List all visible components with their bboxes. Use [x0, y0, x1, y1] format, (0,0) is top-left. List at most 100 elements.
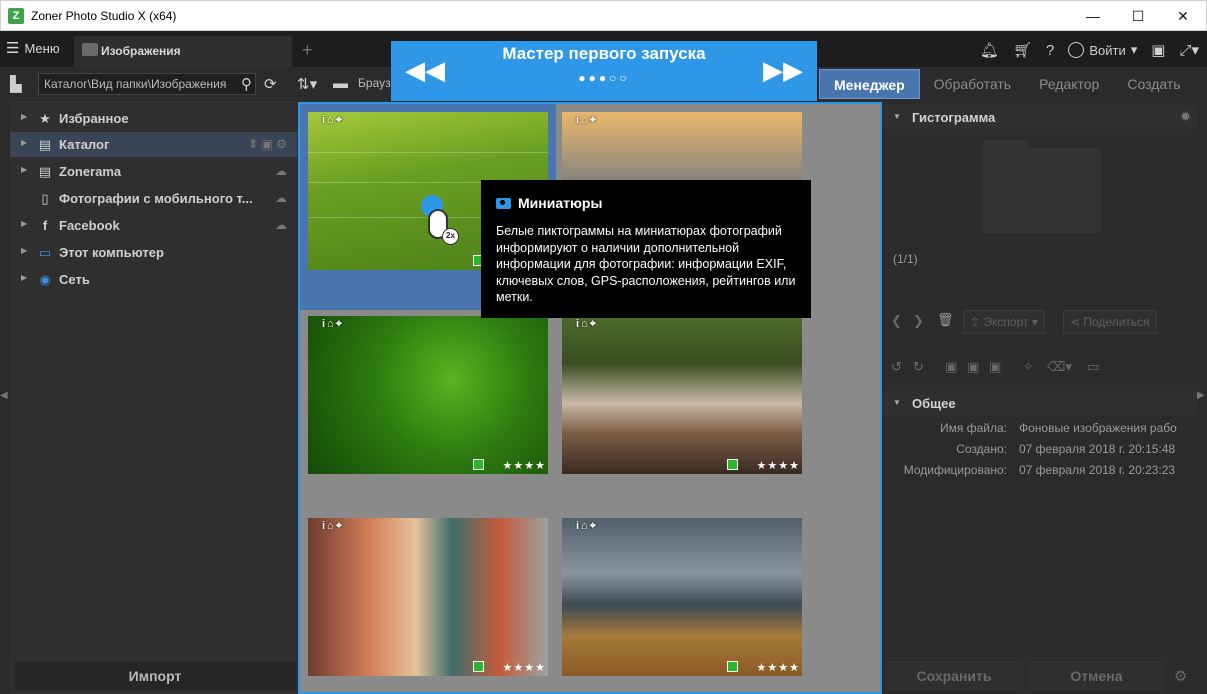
prop-key: Имя файла:	[940, 421, 1007, 435]
empty-folder-icon	[983, 140, 1101, 233]
wizard-progress-dots: ●●●○○	[578, 71, 630, 85]
title-bar: Z Zoner Photo Studio X (x64) — ☐ ✕	[0, 0, 1207, 31]
sort-icon[interactable]: ⇅▾	[297, 75, 317, 93]
thumbnail[interactable]: i⌂⌖ ★★★★	[562, 316, 802, 474]
path-input[interactable]: Каталог\Вид папки\Изображения	[38, 73, 256, 95]
tab-create[interactable]: Создать	[1113, 69, 1194, 99]
tab-develop[interactable]: Обработать	[920, 69, 1025, 99]
wizard-next-icon[interactable]: ▶▶	[763, 55, 803, 86]
prev-arrow-icon[interactable]: ❮	[891, 313, 902, 329]
fullscreen-icon[interactable]: ⤢▾	[1179, 41, 1199, 59]
maximize-button[interactable]: ☐	[1115, 1, 1161, 31]
rotate-left-icon[interactable]: ↺	[891, 359, 902, 375]
hamburger-icon: ☰	[6, 40, 20, 57]
screen-icon[interactable]: ▭	[1087, 359, 1099, 375]
search-icon[interactable]: ⚲	[241, 75, 252, 93]
facebook-icon: f	[42, 218, 48, 233]
menu-button[interactable]: ☰ Меню	[6, 39, 60, 57]
refresh-icon[interactable]: ⟳	[264, 75, 277, 93]
eraser-icon[interactable]: ⌫▾	[1047, 359, 1072, 375]
wizard-title: Мастер первого запуска	[502, 44, 706, 63]
thumbnail[interactable]: i⌂⌖ ★★★★	[308, 518, 548, 676]
tooltip-header: Миниатюры	[496, 195, 796, 211]
catalog-icon: ▤	[38, 137, 52, 152]
thumbnail[interactable]: i⌂⌖ ★★★★	[308, 316, 548, 474]
sidebar-item-label: Каталог	[59, 137, 110, 152]
minimize-button[interactable]: —	[1070, 1, 1116, 31]
navigator-sidebar: ▶ ★ Избранное ▶ ▤ Каталог ⇕ ▣ ⚙ ▶ ▤ Zone…	[10, 101, 297, 694]
login-button[interactable]: Войти ▾	[1068, 42, 1137, 58]
color-label-icon	[473, 459, 484, 470]
tooltip-title: Миниатюры	[518, 195, 603, 211]
cancel-button[interactable]: Отмена	[1029, 661, 1164, 691]
phone-icon: ▯	[41, 191, 49, 206]
tab-images[interactable]: Изображения	[74, 36, 292, 67]
sidebar-item-mobile-photos[interactable]: ▯ Фотографии с мобильного т... ☁	[10, 186, 297, 211]
folder-up-icon[interactable]: ▙	[10, 75, 22, 93]
sidebar-item-zonerama[interactable]: ▶ ▤ Zonerama ☁	[10, 159, 297, 184]
rating-stars[interactable]: ★★★★	[503, 459, 546, 472]
import-button[interactable]: Импорт	[14, 662, 296, 690]
folder-icon	[82, 43, 98, 56]
color-label-icon	[473, 661, 484, 672]
thumbnail[interactable]: i⌂⌖ ★★★★	[562, 518, 802, 676]
bell-icon[interactable]: 🔔︎	[980, 41, 999, 59]
tab-editor[interactable]: Редактор	[1025, 69, 1113, 99]
sidebar-item-this-computer[interactable]: ▶ ▭ Этот компьютер	[10, 240, 297, 265]
trash-icon[interactable]: 🗑︎	[937, 312, 954, 328]
selection-count: (1/1)	[893, 252, 918, 266]
rating-stars[interactable]: ★★★★	[757, 661, 800, 674]
duplicate-icon[interactable]: ▣	[967, 359, 979, 375]
rating-stars[interactable]: ★★★★	[757, 459, 800, 472]
next-arrow-icon[interactable]: ❯	[913, 313, 924, 329]
copy-icon[interactable]: ▣	[945, 359, 957, 375]
color-label-icon	[727, 661, 738, 672]
prop-value: 07 февраля 2018 г. 20:15:48	[1019, 442, 1176, 456]
cart-icon[interactable]: 🛒︎	[1013, 41, 1032, 59]
prop-value: Фоновые изображения рабо	[1019, 421, 1177, 435]
stack-icon[interactable]: ▣	[989, 359, 1001, 375]
tab-manager[interactable]: Менеджер	[819, 69, 920, 99]
monitor-icon[interactable]: ▣	[1151, 41, 1165, 59]
thumbnail-info-icons: i⌂⌖	[576, 114, 598, 126]
app-logo-icon: Z	[8, 8, 24, 24]
share-button[interactable]: ⋖ Поделиться	[1063, 310, 1157, 334]
top-right-toolbar: 🔔︎ 🛒︎ ? Войти ▾ ▣ ⤢▾	[980, 40, 1199, 60]
sidebar-item-facebook[interactable]: ▶ f Facebook ☁	[10, 213, 297, 238]
sidebar-item-favorites[interactable]: ▶ ★ Избранное	[10, 106, 297, 131]
thumbnail-info-icons: i⌂⌖	[322, 520, 344, 532]
right-panel: ▼ Гистограмма ✹ (1/1) ❮ ❯ 🗑︎ ⇪ Экспорт ▾…	[883, 101, 1197, 694]
rotate-right-icon[interactable]: ↻	[913, 359, 924, 375]
cloud-icon: ☁	[275, 218, 287, 232]
expand-icon[interactable]: ▶	[21, 219, 27, 228]
catalog-actions-icon[interactable]: ⇕ ▣ ⚙	[248, 137, 287, 151]
export-button[interactable]: ⇪ Экспорт ▾	[963, 310, 1045, 334]
expand-icon[interactable]: ▶	[21, 246, 27, 255]
expand-icon[interactable]: ▶	[21, 273, 27, 282]
add-tab-button[interactable]: +	[302, 40, 313, 61]
help-icon[interactable]: ?	[1046, 42, 1054, 59]
collapse-left-panel-icon[interactable]: ◀	[0, 390, 8, 401]
chevron-down-icon: ▾	[1130, 42, 1138, 57]
sidebar-item-network[interactable]: ▶ ◉ Сеть	[10, 267, 297, 292]
rating-stars[interactable]: ★★★★	[503, 661, 546, 674]
expand-icon[interactable]: ▶	[21, 165, 27, 174]
first-run-wizard-banner: Мастер первого запуска ◀◀ ●●●○○ ▶▶	[391, 41, 817, 101]
save-button[interactable]: Сохранить	[885, 661, 1023, 691]
magic-wand-icon[interactable]: ✧	[1023, 359, 1034, 375]
share-icon: ⋖	[1070, 315, 1084, 329]
expand-icon[interactable]: ▶	[21, 138, 27, 147]
collapse-right-panel-icon[interactable]: ▶	[1197, 390, 1205, 401]
histogram-section-header[interactable]: ▼ Гистограмма ✹	[883, 105, 1197, 129]
sidebar-item-label: Этот компьютер	[59, 245, 164, 260]
close-button[interactable]: ✕	[1160, 1, 1206, 31]
gear-icon[interactable]: ⚙	[1174, 667, 1187, 685]
folder-icon[interactable]: ▬	[333, 75, 348, 92]
thumbnail-info-icons: i⌂⌖	[322, 318, 344, 330]
expand-icon[interactable]: ▶	[21, 112, 27, 121]
wizard-tooltip: Миниатюры Белые пиктограммы на миниатюра…	[481, 180, 811, 318]
sidebar-item-catalog[interactable]: ▶ ▤ Каталог ⇕ ▣ ⚙	[10, 132, 297, 157]
network-icon: ◉	[39, 272, 51, 287]
general-section-header[interactable]: ▼ Общее	[883, 391, 1197, 415]
settings-icon[interactable]: ✹	[1180, 109, 1191, 125]
